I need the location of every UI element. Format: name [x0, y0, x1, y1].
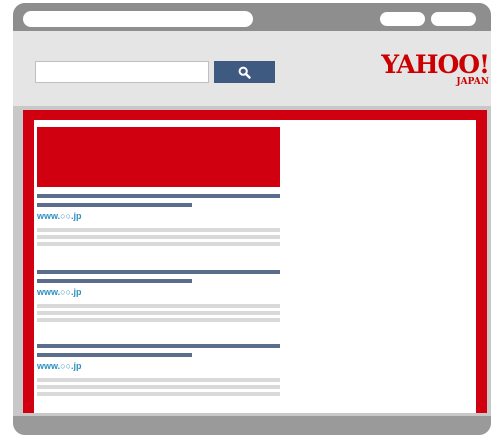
result-url[interactable]: www.○○.jp [37, 361, 82, 372]
result-snippet-placeholder [37, 378, 280, 382]
result-snippet-placeholder [37, 318, 280, 322]
banner-ad[interactable] [37, 127, 280, 187]
search-result[interactable]: www.○○.jp [37, 270, 280, 328]
search-input[interactable] [35, 61, 209, 83]
result-title-placeholder[interactable] [37, 353, 192, 357]
results-column: www.○○.jp www.○○.jp www.○○.jp [37, 127, 280, 396]
ad-frame: www.○○.jp www.○○.jp www.○○.jp [23, 110, 487, 413]
logo-subtext: JAPAN [456, 77, 489, 87]
result-snippet-placeholder [37, 235, 280, 239]
status-bar [13, 416, 491, 435]
result-snippet-placeholder [37, 392, 280, 396]
result-title-placeholder[interactable] [37, 270, 280, 274]
browser-window: YAHOO! JAPAN www.○○.jp www.○○.jp www.○○.… [13, 3, 491, 435]
logo-wordmark: YAHOO! [381, 50, 490, 79]
result-snippet-placeholder [37, 228, 280, 232]
result-snippet-placeholder [37, 304, 280, 308]
result-snippet-placeholder [37, 385, 280, 389]
result-title-placeholder[interactable] [37, 194, 280, 198]
result-snippet-placeholder [37, 311, 280, 315]
result-title-placeholder[interactable] [37, 344, 280, 348]
result-url[interactable]: www.○○.jp [37, 287, 82, 298]
window-button-minimize[interactable] [380, 12, 425, 26]
result-title-placeholder[interactable] [37, 279, 192, 283]
search-button[interactable] [214, 61, 275, 83]
search-result[interactable]: www.○○.jp [37, 344, 280, 402]
yahoo-japan-logo[interactable]: YAHOO! JAPAN [375, 51, 491, 91]
result-title-placeholder[interactable] [37, 203, 192, 207]
search-header: YAHOO! JAPAN [13, 31, 491, 106]
result-snippet-placeholder [37, 242, 280, 246]
search-icon [238, 66, 251, 79]
search-result[interactable]: www.○○.jp [37, 194, 280, 252]
title-bar [13, 3, 491, 31]
window-button-close[interactable] [431, 12, 476, 26]
result-url[interactable]: www.○○.jp [37, 211, 82, 222]
address-bar[interactable] [23, 11, 253, 27]
